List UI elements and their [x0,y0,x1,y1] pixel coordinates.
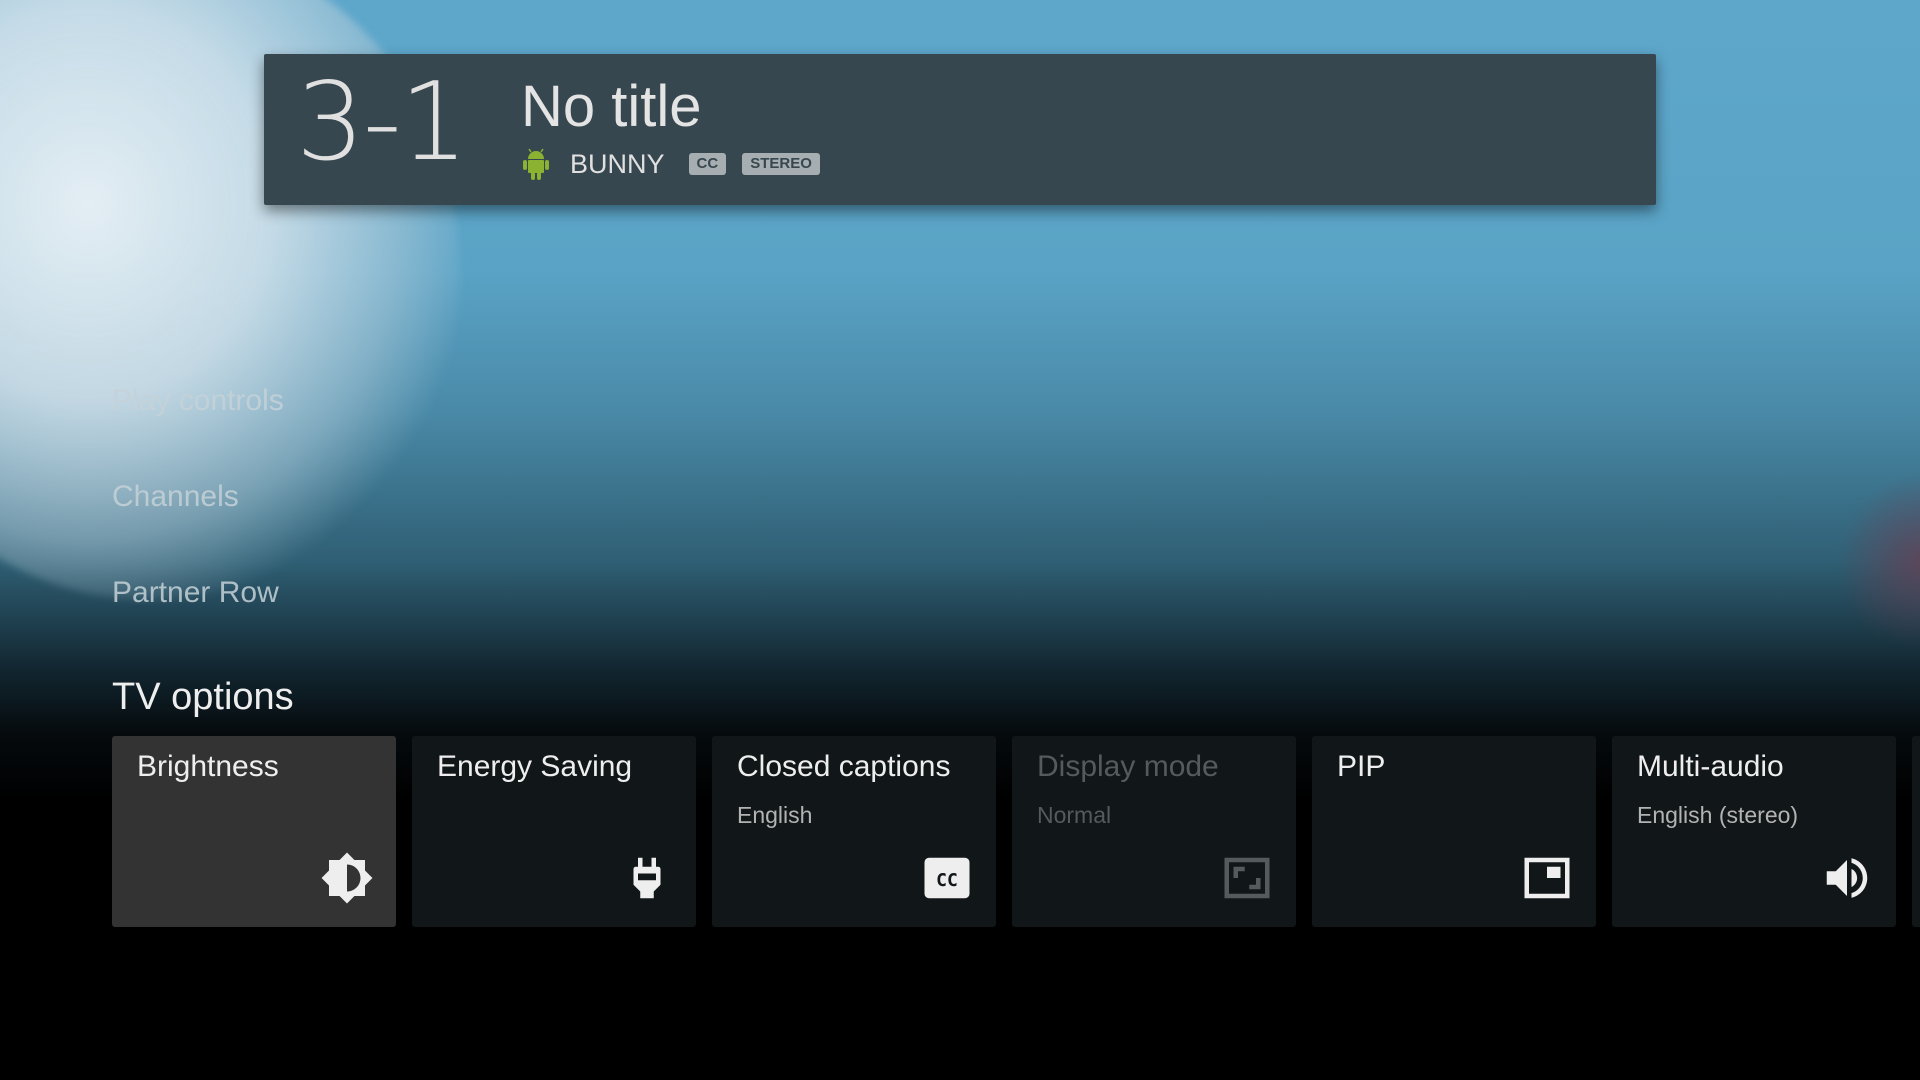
channel-meta-row: BUNNY CC STEREO [522,144,836,184]
card-pip[interactable]: PIP [1312,736,1596,927]
card-title: Brightness [137,750,279,783]
stereo-badge: STEREO [742,153,820,175]
card-title: Closed captions [737,750,951,783]
card-subtitle: Normal [1037,802,1112,828]
volume-icon [1826,858,1868,898]
next-card-partial[interactable] [1912,736,1920,927]
android-icon [523,148,549,180]
picture-in-picture-icon [1524,857,1570,899]
card-title: Multi-audio [1637,750,1784,783]
svg-text:CC: CC [936,870,958,891]
card-title: Display mode [1037,750,1219,783]
card-title: PIP [1337,750,1386,783]
channel-name: BUNNY [570,148,665,179]
card-brightness[interactable]: Brightness [112,736,396,927]
menu-play-controls[interactable]: Play controls [112,384,284,418]
program-title: No title [521,74,702,139]
cc-badge: CC [688,153,727,175]
display-mode-icon [1224,857,1270,899]
channel-number: 3-1 [296,60,468,185]
card-display-mode[interactable]: Display mode Normal [1012,736,1296,927]
brightness-icon [321,852,373,904]
power-plug-icon [633,857,661,899]
card-closed-captions[interactable]: Closed captions English CC [712,736,996,927]
channel-banner: 3-1 No title BUNNY CC STEREO [264,54,1656,205]
menu-partner-row[interactable]: Partner Row [112,576,279,610]
card-subtitle: English [737,802,813,828]
menu-channels[interactable]: Channels [112,480,239,514]
card-title: Energy Saving [437,750,633,783]
card-subtitle: English (stereo) [1637,802,1799,828]
tv-options-title: TV options [112,676,294,718]
closed-captions-icon: CC [924,857,970,899]
card-multi-audio[interactable]: Multi-audio English (stereo) [1612,736,1896,927]
card-energy-saving[interactable]: Energy Saving [412,736,696,927]
tv-options-row: Brightness Energy Saving Closed captions… [112,736,1896,927]
